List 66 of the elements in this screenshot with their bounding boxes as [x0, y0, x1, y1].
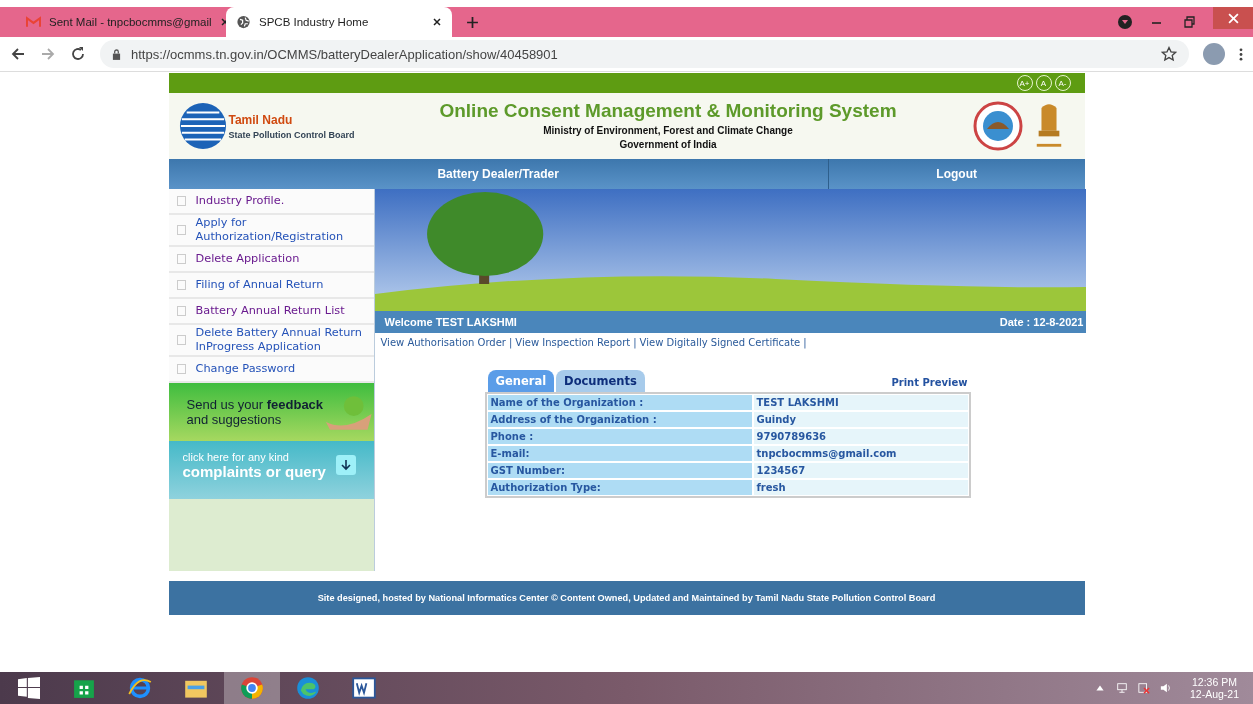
globe-icon [236, 15, 251, 29]
speaker-icon[interactable] [1159, 682, 1172, 694]
site-title: Online Consent Management & Monitoring System [439, 100, 897, 122]
network-icon[interactable] [1115, 682, 1128, 694]
table-cell: Authorization Type: [487, 480, 752, 495]
sidebar-item[interactable]: Delete Battery Annual Return InProgress Application [168, 325, 374, 357]
print-preview-link[interactable]: Print Preview [891, 377, 968, 388]
address-bar[interactable]: https://ocmms.tn.gov.in/OCMMS/batteryDealerApplication/show/40458901 [100, 40, 1189, 68]
sidebar-item[interactable]: Filing of Annual Return [168, 273, 374, 299]
view-link[interactable]: View Authorisation Order [380, 337, 506, 348]
chrome-app-button[interactable] [224, 672, 280, 704]
no-power-icon[interactable] [1137, 682, 1150, 694]
edge-icon [296, 676, 320, 700]
feedback-banner[interactable]: Send us your feedback and suggestions [168, 383, 374, 441]
nav-link[interactable]: Battery Dealer/Trader [168, 159, 828, 189]
link-separator: | [633, 337, 637, 348]
browser-tab[interactable]: Sent Mail - tnpcbocmms@gmail [16, 7, 226, 37]
footer-text: Site designed, hosted by National Informatics Center © Content Owned, Updated and Maintained by Tamil Nadu State Pollution Control Board [317, 593, 936, 603]
sidebar-item[interactable]: Change Password [168, 357, 374, 383]
table-cell: E-mail: [487, 446, 752, 461]
tab[interactable]: Documents [556, 370, 645, 392]
org-subtitle: State Pollution Control Board [228, 129, 355, 140]
letter-e-icon [128, 676, 152, 700]
profile-avatar[interactable] [1203, 43, 1225, 65]
bookmark-star-icon[interactable] [1161, 46, 1177, 62]
ministry-emblem-icon [972, 101, 1023, 151]
org-name: Tamil Nadu [228, 112, 294, 127]
close-icon[interactable] [432, 17, 442, 27]
sidebar-item[interactable]: Apply for Authorization/Registration [168, 215, 374, 247]
table-cell: Address of the Organization : [487, 412, 752, 427]
reload-icon[interactable] [70, 46, 86, 62]
ministry-text: Ministry of Environment, Forest and Climate Change [543, 124, 793, 138]
mail-icon [26, 15, 41, 29]
sidebar-item[interactable]: Delete Application [168, 247, 374, 273]
view-link[interactable]: View Inspection Report [515, 337, 631, 348]
welcome-text: Welcome TEST LAKSHMI [384, 316, 517, 328]
new-tab-icon[interactable] [466, 15, 479, 29]
table-cell: Phone : [487, 429, 752, 444]
windows-start-icon[interactable] [18, 677, 40, 699]
table-cell: 1234567 [753, 463, 968, 478]
chrome-icon [240, 676, 264, 700]
link-separator: | [508, 337, 513, 348]
sidebar-item[interactable]: Industry Profile. [168, 189, 374, 215]
close-icon [1227, 12, 1239, 24]
word-document-icon [352, 676, 376, 700]
menu-icon[interactable] [1239, 46, 1243, 62]
profile-menu-icon[interactable] [1117, 14, 1133, 30]
globe-logo-icon [178, 102, 227, 150]
table-cell: Name of the Organization : [487, 395, 752, 410]
close-window-button[interactable] [1213, 7, 1253, 29]
view-link[interactable]: View Digitally Signed Certificate [639, 337, 801, 348]
store-bag-icon [73, 677, 95, 699]
back-icon[interactable] [10, 46, 26, 62]
table-cell: 9790789636 [753, 429, 968, 444]
lock-icon [112, 48, 121, 60]
government-text: Government of India [619, 138, 717, 152]
link-separator: | [803, 337, 807, 348]
restore-icon[interactable] [1181, 14, 1197, 30]
table-cell: GST Number: [487, 463, 752, 478]
sidebar-item[interactable]: Battery Annual Return List [168, 299, 374, 325]
table-cell: fresh [753, 480, 968, 495]
date-text: Date : 12-8-2021 [999, 316, 1084, 328]
table-cell: TEST LAKSHMI [753, 395, 968, 410]
table-cell: tnpcbocmms@gmail.com [753, 446, 968, 461]
browser-tab[interactable]: SPCB Industry Home [226, 7, 452, 37]
table-cell: Guindy [753, 412, 968, 427]
